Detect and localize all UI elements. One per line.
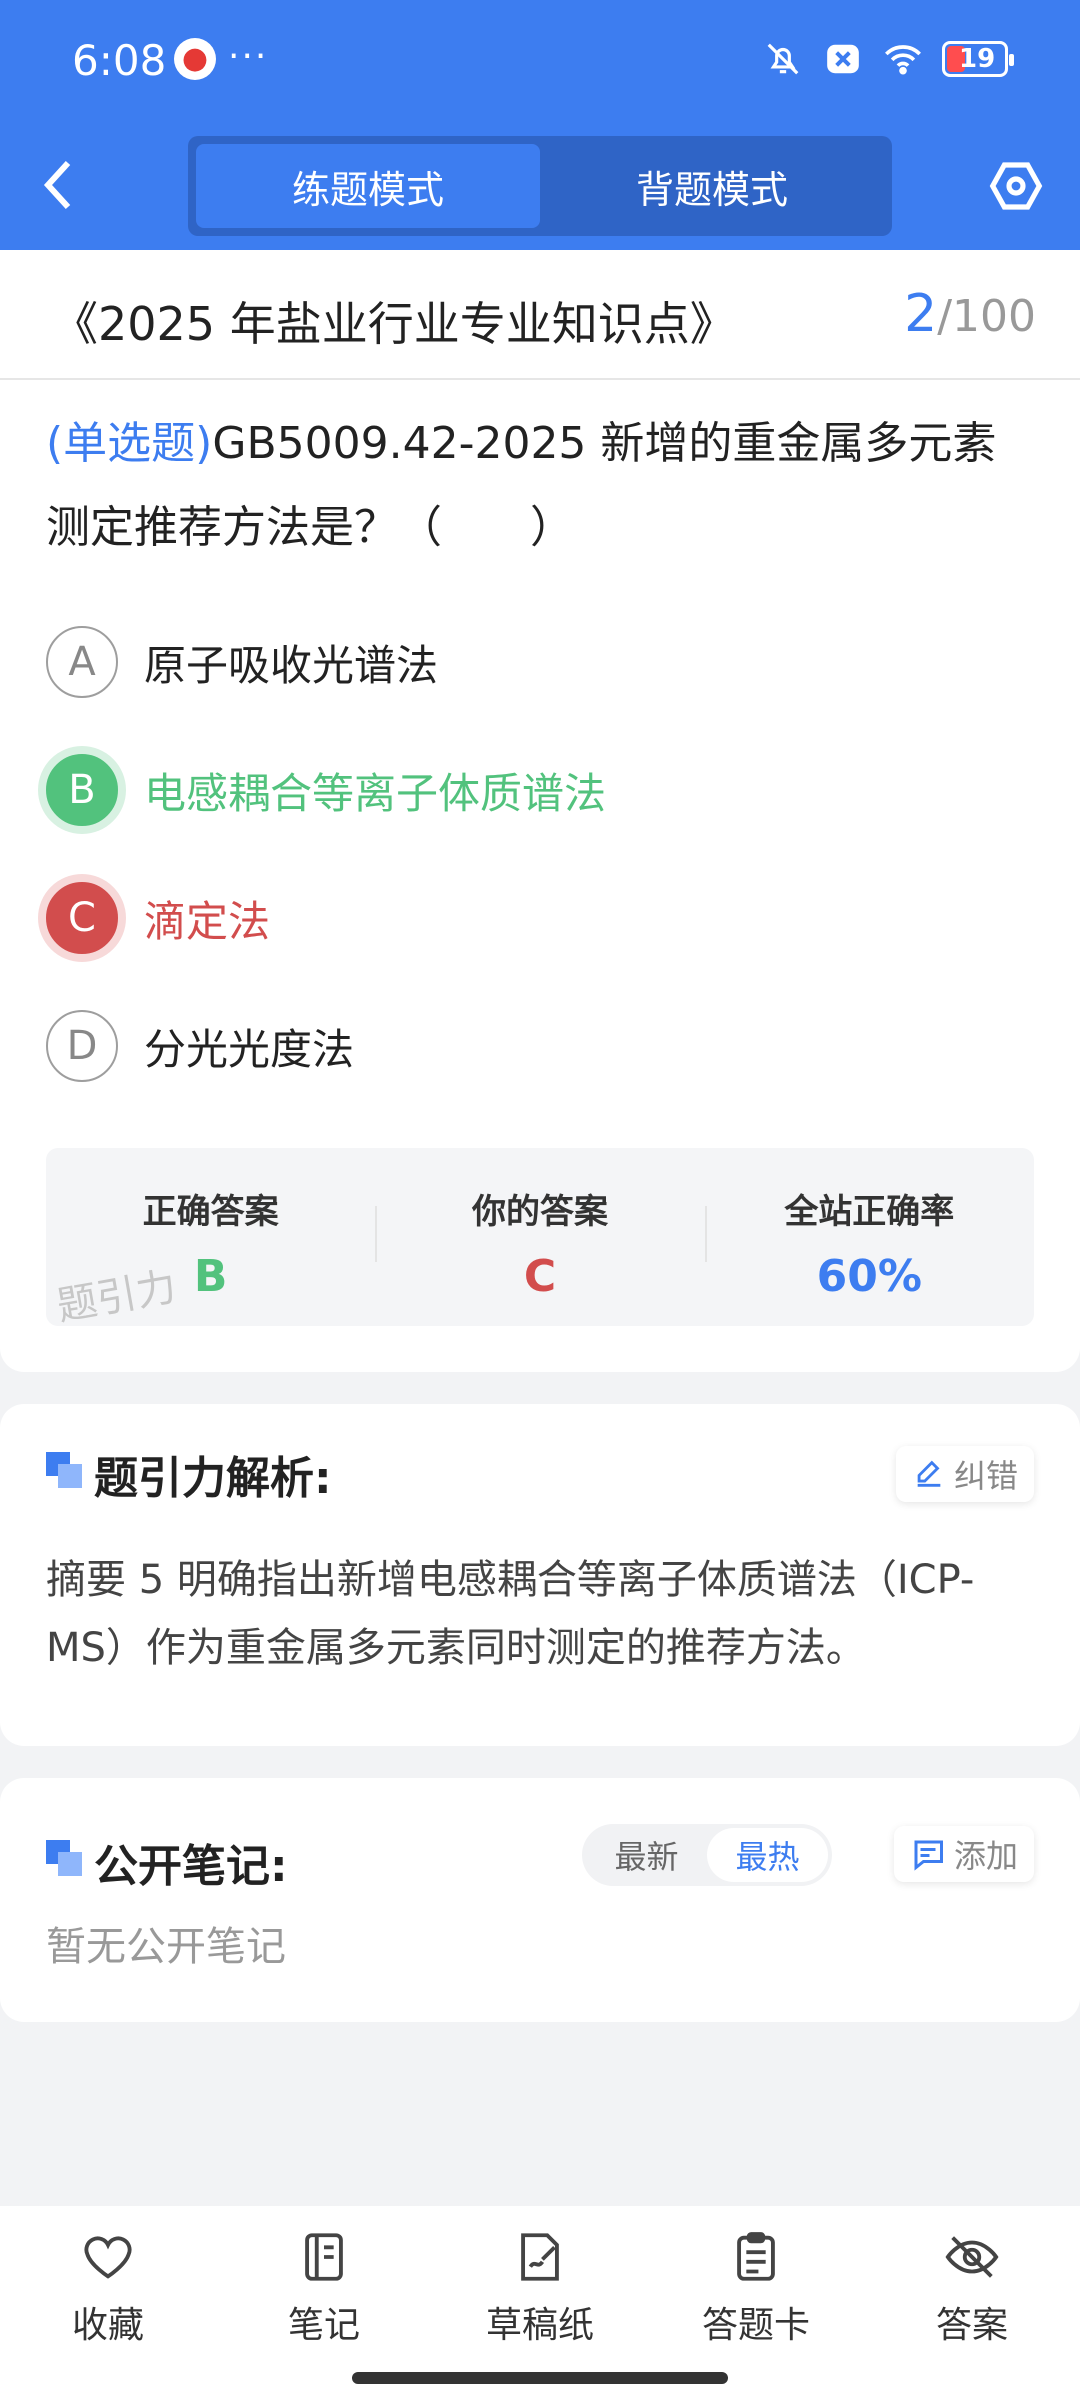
public-notes-card: 公开笔记: 最新 最热 添加 暂无公开笔记 — [0, 1778, 1080, 2022]
your-answer-label: 你的答案 — [471, 1192, 608, 1232]
draft-paper-label: 草稿纸 — [485, 2305, 594, 2346]
notebook-icon — [305, 2233, 343, 2281]
wifi-icon — [882, 38, 924, 80]
back-button[interactable] — [40, 155, 90, 215]
draft-icon — [521, 2233, 559, 2281]
sort-newest[interactable]: 最新 — [586, 1828, 707, 1882]
accuracy-rate-value: 60% — [816, 1251, 922, 1302]
analysis-card: 题引力解析: 纠错 摘要 5 明确指出新增电感耦合等离子体质谱法（ICP-MS）… — [0, 1404, 1080, 1746]
notes-label: 笔记 — [287, 2305, 360, 2346]
draft-paper-button[interactable]: 草稿纸 — [432, 2206, 648, 2400]
status-icons: 19 — [762, 38, 1014, 80]
answer-sheet-button[interactable]: 答题卡 — [648, 2206, 864, 2400]
status-bar: 6:08 ● ··· 19 — [0, 0, 1080, 125]
answer-summary: 正确答案 B 题引力 你的答案 C 全站正确率 60% — [46, 1148, 1034, 1330]
bottom-toolbar: 收藏 笔记 草稿纸 答题卡 答案 — [0, 2206, 1080, 2400]
notes-button[interactable]: 笔记 — [216, 2206, 432, 2400]
report-error-button[interactable]: 纠错 — [895, 1446, 1034, 1502]
accuracy-rate-label: 全站正确率 — [784, 1192, 955, 1232]
battery-level: 19 — [959, 44, 996, 74]
add-note-label: 添加 — [953, 1837, 1018, 1875]
mode-switch: 练题模式 背题模式 — [188, 136, 892, 236]
settings-icon — [989, 162, 1043, 210]
mute-bell-icon — [762, 38, 804, 80]
favorite-label: 收藏 — [71, 2305, 144, 2346]
section-icon — [46, 1840, 82, 1876]
your-answer-value: C — [523, 1251, 557, 1302]
empty-notes-text: 暂无公开笔记 — [46, 1924, 286, 1970]
tab-memorize-mode[interactable]: 背题模式 — [540, 144, 884, 228]
show-answer-button[interactable]: 答案 — [864, 2206, 1080, 2400]
sort-hottest[interactable]: 最热 — [707, 1828, 828, 1882]
settings-button[interactable] — [988, 158, 1044, 214]
more-notifications-icon: ··· — [228, 36, 269, 77]
paper-title: 《2025 年盐业行业专业知识点》 — [52, 297, 736, 351]
option-text: 分光光度法 — [144, 1024, 355, 1074]
notes-title: 公开笔记: — [94, 1841, 288, 1892]
home-indicator[interactable] — [352, 2372, 728, 2384]
question-text: (单选题)GB5009.42-2025 新增的重金属多元素测定推荐方法是？（ ） — [46, 402, 1036, 570]
option-text: 原子吸收光谱法 — [144, 640, 439, 690]
your-answer-column: 你的答案 C — [375, 1148, 704, 1326]
show-answer-label: 答案 — [935, 2305, 1008, 2346]
question-type: (单选题) — [46, 418, 213, 469]
heart-icon — [84, 2236, 132, 2279]
question-progress: 2/100 — [904, 284, 1036, 344]
clipboard-icon — [737, 2232, 775, 2281]
answer-sheet-label: 答题卡 — [701, 2305, 810, 2346]
current-question-number: 2 — [904, 284, 938, 344]
report-error-label: 纠错 — [953, 1457, 1018, 1495]
option-c[interactable]: C 滴定法 — [46, 878, 270, 958]
option-letter: D — [46, 1010, 118, 1082]
option-d[interactable]: D 分光光度法 — [46, 1006, 354, 1086]
eye-off-icon — [945, 2236, 999, 2278]
edit-icon — [917, 1460, 941, 1487]
question-card: (单选题)GB5009.42-2025 新增的重金属多元素测定推荐方法是？（ ）… — [0, 380, 1080, 1372]
favorite-button[interactable]: 收藏 — [0, 2206, 216, 2400]
app-header: 6:08 ● ··· 19 练题模式 背题模式 — [0, 0, 1080, 250]
status-time: 6:08 — [72, 36, 167, 85]
option-letter: C — [46, 882, 118, 954]
battery-icon: 19 — [942, 41, 1014, 77]
analysis-text: 摘要 5 明确指出新增电感耦合等离子体质谱法（ICP-MS）作为重金属多元素同时… — [46, 1557, 975, 1671]
paper-title-bar: 《2025 年盐业行业专业知识点》 2/100 — [0, 250, 1080, 380]
app-notification-icon: ● — [174, 38, 216, 80]
correct-answer-label: 正确答案 — [142, 1192, 279, 1232]
option-letter: A — [46, 626, 118, 698]
tab-practice-mode[interactable]: 练题模式 — [196, 144, 540, 228]
accuracy-rate-column: 全站正确率 60% — [704, 1148, 1034, 1326]
section-icon — [46, 1452, 82, 1488]
total-questions: /100 — [937, 291, 1036, 342]
correct-answer-column: 正确答案 B 题引力 — [46, 1148, 375, 1330]
add-note-button[interactable]: 添加 — [893, 1826, 1034, 1882]
analysis-title: 题引力解析: — [94, 1453, 332, 1504]
option-text: 滴定法 — [144, 896, 271, 946]
close-box-icon — [822, 38, 864, 80]
comment-icon — [914, 1840, 943, 1871]
option-text: 电感耦合等离子体质谱法 — [144, 768, 607, 818]
option-a[interactable]: A 原子吸收光谱法 — [46, 622, 438, 702]
option-letter: B — [46, 754, 118, 826]
option-b[interactable]: B 电感耦合等离子体质谱法 — [46, 750, 606, 830]
notes-sort-toggle: 最新 最热 — [582, 1824, 832, 1886]
